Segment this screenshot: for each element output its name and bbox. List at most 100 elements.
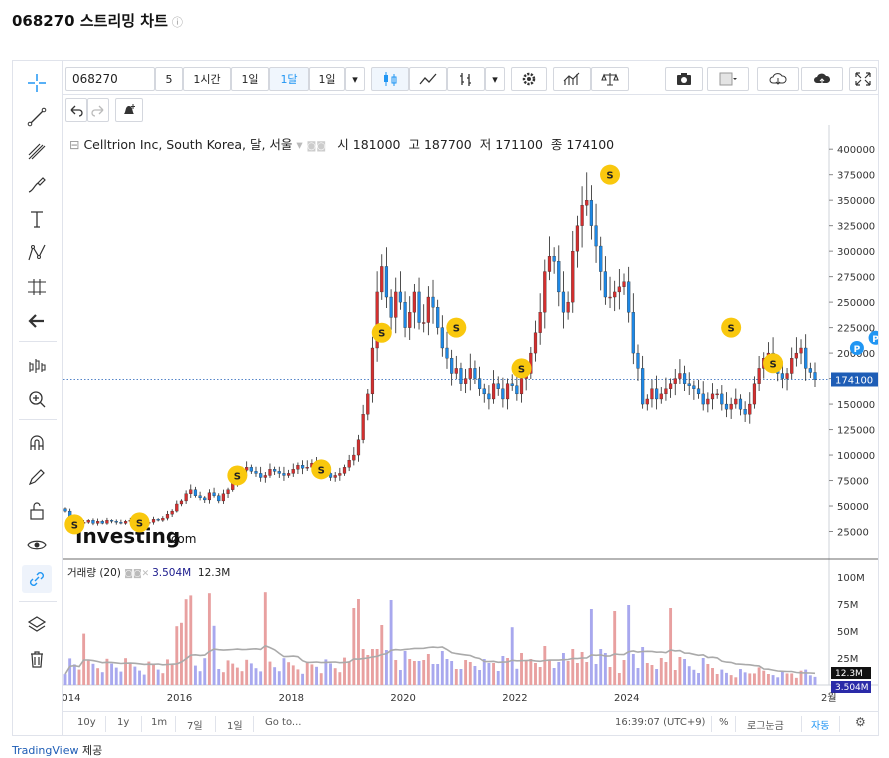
candle xyxy=(389,296,393,318)
candle xyxy=(496,383,500,389)
candle xyxy=(664,388,668,395)
volume-bar xyxy=(110,663,114,685)
legend-dropdown-icon[interactable]: ▾ xyxy=(292,137,306,152)
unlock-icon[interactable] xyxy=(22,497,52,525)
signal-label: S xyxy=(769,359,776,370)
x-tick-label: 2018 xyxy=(279,693,304,704)
price-tick-label: 300000 xyxy=(837,247,875,258)
candle xyxy=(491,383,496,400)
magnet-icon[interactable] xyxy=(22,429,52,457)
candle xyxy=(673,378,677,384)
link-icon[interactable] xyxy=(22,565,52,593)
zoom-in-icon[interactable] xyxy=(22,385,52,413)
candle xyxy=(207,492,212,501)
candle xyxy=(780,373,784,379)
x-tick-label: 2020 xyxy=(390,693,415,704)
undo-icon[interactable] xyxy=(65,98,87,122)
volume-bar xyxy=(520,653,523,685)
pitchfork-icon[interactable] xyxy=(22,137,52,165)
log-scale-toggle[interactable]: 로그눈금 xyxy=(747,717,784,732)
interval-select[interactable]: 1일 xyxy=(309,67,345,91)
candle xyxy=(422,322,426,324)
candle xyxy=(356,439,361,456)
interval-5[interactable]: 5 xyxy=(155,67,183,91)
interval-dropdown-icon[interactable]: ▾ xyxy=(345,67,365,91)
candle xyxy=(561,291,566,313)
text-icon[interactable] xyxy=(22,205,52,233)
interval-1d[interactable]: 1일 xyxy=(231,67,269,91)
bars-icon[interactable] xyxy=(447,67,485,91)
candles-icon[interactable] xyxy=(371,67,409,91)
volume-bar xyxy=(291,665,295,685)
candle xyxy=(757,368,761,384)
range-1y[interactable]: 1y xyxy=(117,717,129,728)
chart-type-dropdown-icon[interactable]: ▾ xyxy=(485,67,505,91)
price-tick-label: 75000 xyxy=(837,477,869,488)
candle xyxy=(613,291,617,298)
volume-bar xyxy=(63,674,67,685)
candle xyxy=(296,465,300,470)
add-alert-icon[interactable] xyxy=(115,98,143,122)
cloud-download-icon[interactable] xyxy=(757,67,799,91)
collapse-icon[interactable]: ⊟ xyxy=(69,137,83,152)
layers-icon[interactable] xyxy=(22,611,52,639)
candle xyxy=(119,522,123,524)
candle xyxy=(641,368,645,405)
candle xyxy=(682,373,687,384)
candle xyxy=(580,205,584,226)
interval-1h[interactable]: 1시간 xyxy=(183,67,231,91)
color-picker-icon[interactable] xyxy=(707,67,749,91)
cloud-upload-icon[interactable] xyxy=(801,67,843,91)
indicators-icon[interactable] xyxy=(553,67,591,91)
volume-bar xyxy=(305,661,309,685)
interval-1month[interactable]: 1달 xyxy=(269,67,309,91)
eye-icon[interactable] xyxy=(22,531,52,559)
volume-bar xyxy=(86,660,90,685)
pattern-icon[interactable] xyxy=(22,239,52,267)
volume-bar xyxy=(766,674,770,685)
trash-icon[interactable] xyxy=(22,645,52,673)
settings-gear-icon[interactable] xyxy=(511,67,547,91)
volume-settings-icon[interactable]: ◙◙✕ xyxy=(124,569,152,579)
candle xyxy=(645,398,649,405)
tradingview-link[interactable]: TradingView xyxy=(12,744,78,757)
volume-bar xyxy=(771,675,775,685)
price-chart[interactable]: 2500050000750001000001250001500001750002… xyxy=(55,125,883,713)
camera-icon[interactable] xyxy=(665,67,703,91)
auto-scale-toggle[interactable]: 자동 xyxy=(811,717,829,732)
percent-toggle[interactable]: % xyxy=(719,717,729,728)
candle xyxy=(636,352,640,369)
back-arrow-icon[interactable] xyxy=(22,307,52,335)
redo-icon[interactable] xyxy=(87,98,109,122)
candle xyxy=(655,388,659,400)
brush-icon[interactable] xyxy=(22,171,52,199)
indicator-icon[interactable] xyxy=(22,351,52,379)
fullscreen-icon[interactable] xyxy=(849,67,877,91)
signal-label: S xyxy=(378,329,385,340)
candle xyxy=(543,271,547,313)
range-10y[interactable]: 10y xyxy=(77,717,96,728)
range-7d[interactable]: 7일 xyxy=(187,717,203,732)
volume-bar xyxy=(240,671,244,685)
legend-settings-icon[interactable]: ◙◙ xyxy=(307,141,330,152)
info-icon[interactable]: ⓘ xyxy=(172,16,183,29)
volume-bar xyxy=(678,657,682,685)
range-1d[interactable]: 1일 xyxy=(227,717,243,732)
trend-line-icon[interactable] xyxy=(22,103,52,131)
symbol-input[interactable]: 068270 xyxy=(65,67,155,91)
line-chart-icon[interactable] xyxy=(409,67,447,91)
compare-scale-icon[interactable] xyxy=(591,67,629,91)
bottom-settings-icon[interactable]: ⚙ xyxy=(855,715,866,729)
pencil-lock-icon[interactable] xyxy=(22,463,52,491)
range-1m[interactable]: 1m xyxy=(151,717,167,728)
volume-bar xyxy=(487,663,491,685)
goto-button[interactable]: Go to... xyxy=(265,717,301,728)
volume-bar xyxy=(543,646,547,685)
measure-icon[interactable] xyxy=(22,273,52,301)
signal-label: P xyxy=(854,345,861,355)
crosshair-icon[interactable] xyxy=(22,69,52,97)
volume-bar xyxy=(473,666,477,685)
volume-bar xyxy=(245,659,249,685)
chart-area[interactable]: 2500050000750001000001250001500001750002… xyxy=(55,125,883,713)
candle xyxy=(114,521,118,523)
